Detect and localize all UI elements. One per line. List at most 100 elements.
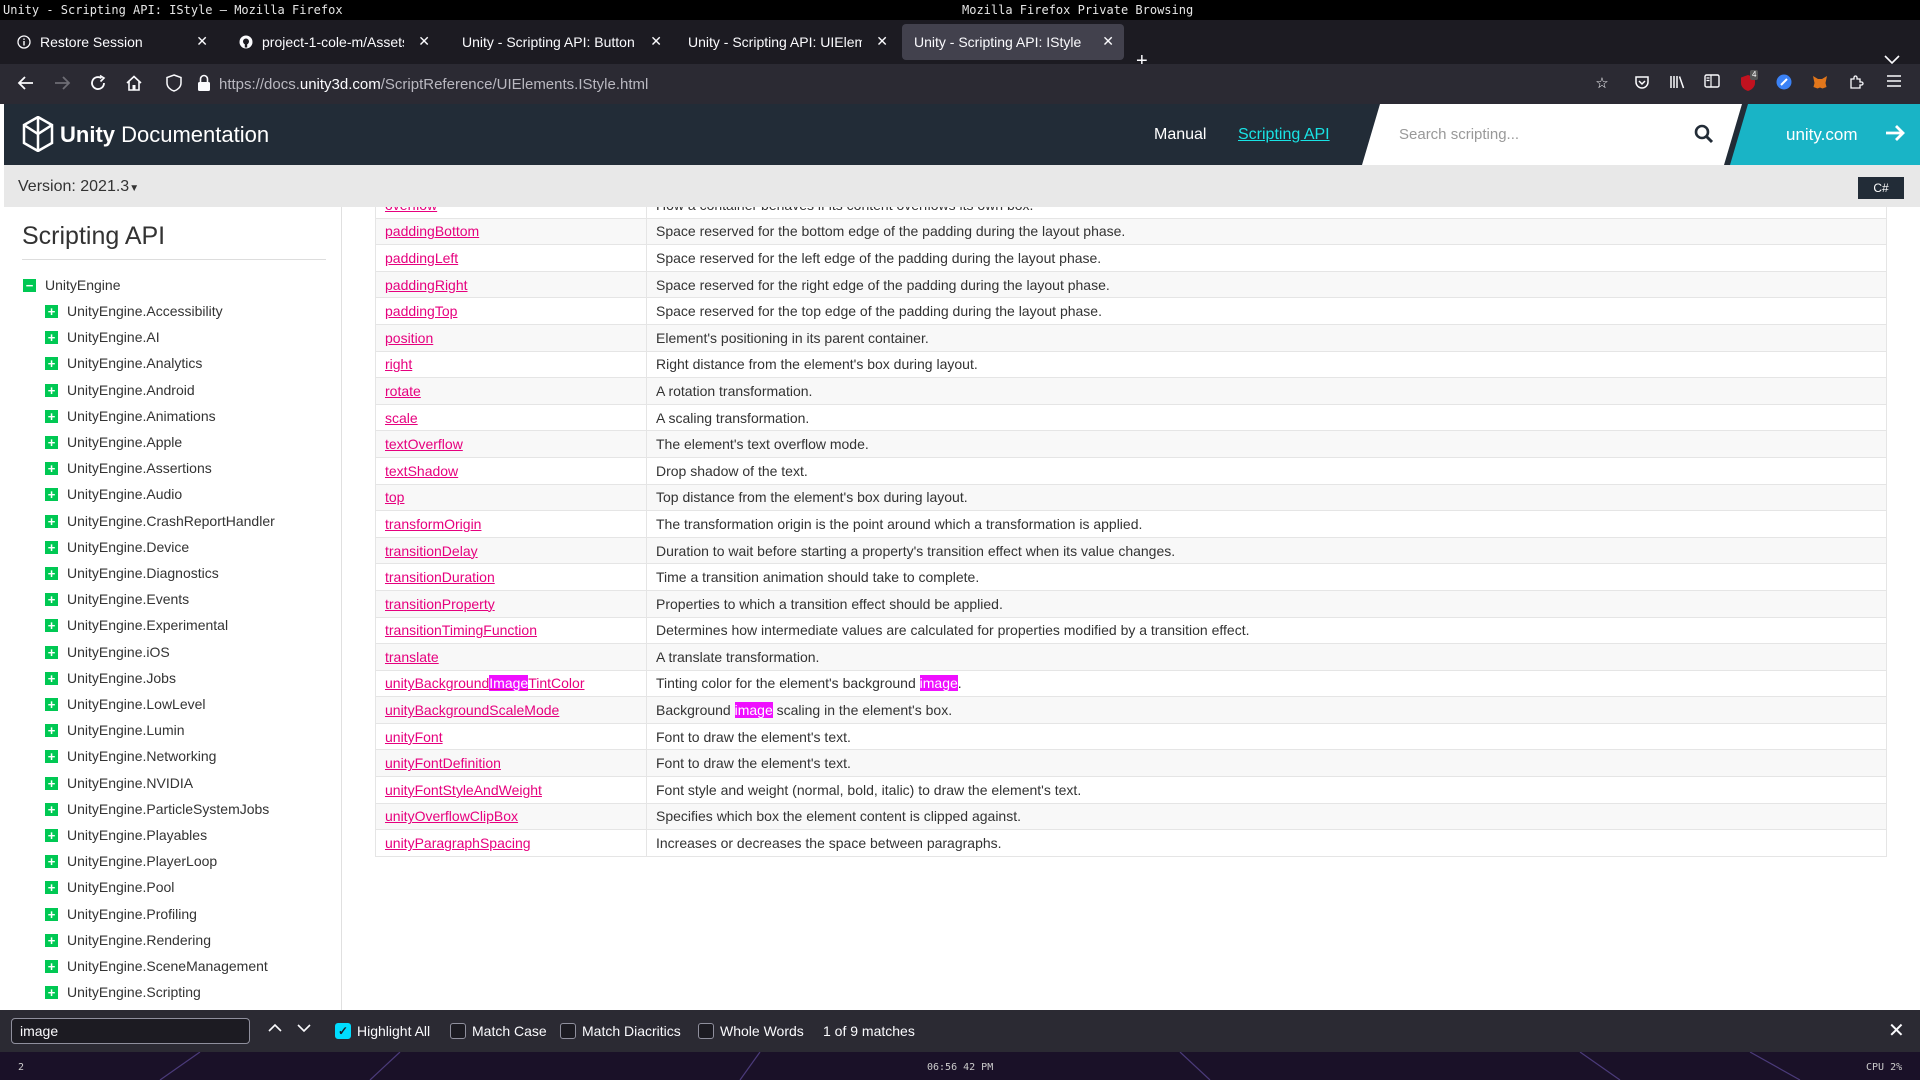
expand-icon[interactable]: +	[45, 750, 58, 764]
version-dropdown[interactable]: Version: 2021.3▼	[18, 178, 139, 196]
expand-icon[interactable]: +	[45, 331, 58, 345]
close-icon[interactable]: ✕	[1102, 33, 1114, 50]
property-link[interactable]: translate	[385, 649, 439, 665]
sidebar-item[interactable]: UnityEngine.Lumin	[67, 721, 185, 739]
sidebar-item[interactable]: UnityEngine.AI	[67, 328, 160, 346]
back-button[interactable]	[16, 74, 36, 96]
sidebar-item[interactable]: UnityEngine.Animations	[67, 407, 216, 425]
property-link[interactable]: transitionTimingFunction	[385, 622, 537, 638]
expand-icon[interactable]: +	[45, 881, 58, 895]
expand-icon[interactable]: +	[45, 383, 58, 397]
sidebar-item[interactable]: UnityEngine.Audio	[67, 485, 182, 503]
ublock-origin-icon[interactable]: 4	[1738, 70, 1759, 94]
sidebar-item[interactable]: UnityEngine.Playables	[67, 826, 207, 844]
sidebar-item[interactable]: UnityEngine.Diagnostics	[67, 564, 219, 582]
property-link[interactable]: paddingBottom	[385, 223, 479, 239]
expand-icon[interactable]: +	[45, 671, 58, 685]
property-link[interactable]: textOverflow	[385, 436, 463, 452]
property-link[interactable]: transitionProperty	[385, 596, 495, 612]
expand-icon[interactable]: +	[45, 357, 58, 371]
sidebar-item[interactable]: UnityEngine.Events	[67, 590, 189, 608]
property-link[interactable]: position	[385, 330, 433, 346]
whole-words-label[interactable]: Whole Words	[720, 1023, 804, 1039]
property-link[interactable]: right	[385, 356, 412, 372]
match-diacritics-checkbox[interactable]	[560, 1023, 576, 1039]
language-toggle-button[interactable]: C#	[1858, 177, 1904, 199]
expand-icon[interactable]: +	[45, 619, 58, 633]
property-link[interactable]: overflow	[385, 207, 437, 213]
expand-icon[interactable]: +	[45, 514, 58, 528]
expand-icon[interactable]: +	[45, 960, 58, 973]
pocket-icon[interactable]	[1632, 74, 1652, 94]
sidebar-item[interactable]: UnityEngine.Android	[67, 381, 195, 399]
unity-logo-icon[interactable]	[22, 116, 54, 152]
sidebar-item[interactable]: UnityEngine.SceneManagement	[67, 957, 268, 975]
close-icon[interactable]: ✕	[196, 33, 208, 50]
nav-scripting-api-link[interactable]: Scripting API	[1238, 126, 1330, 144]
sidebar-item[interactable]: UnityEngine.Device	[67, 538, 189, 556]
search-icon[interactable]	[1694, 124, 1714, 144]
property-link[interactable]: unityParagraphSpacing	[385, 835, 531, 851]
sidebar-item[interactable]: UnityEngine.PlayerLoop	[67, 852, 217, 870]
expand-icon[interactable]: +	[45, 645, 58, 659]
expand-icon[interactable]: +	[45, 802, 58, 816]
property-link[interactable]: transitionDuration	[385, 569, 495, 585]
sidebar-item[interactable]: UnityEngine.Assertions	[67, 459, 212, 477]
expand-icon[interactable]: +	[45, 986, 58, 1000]
property-link[interactable]: unityBackgroundScaleMode	[385, 702, 559, 718]
find-input[interactable]: image	[11, 1018, 250, 1044]
expand-icon[interactable]: +	[45, 907, 58, 921]
expand-icon[interactable]: +	[45, 540, 58, 554]
metamask-fox-icon[interactable]	[1810, 74, 1830, 94]
lock-icon[interactable]	[194, 74, 214, 96]
match-case-label[interactable]: Match Case	[472, 1023, 547, 1039]
tab-github-project[interactable]: project-1-cole-m/Assets/Sc ✕	[226, 24, 440, 60]
highlight-all-checkbox[interactable]: ✓	[335, 1023, 351, 1039]
sidebar-item[interactable]: UnityEngine.Networking	[67, 747, 216, 765]
highlight-all-label[interactable]: Highlight All	[357, 1023, 430, 1039]
sidebar-item[interactable]: UnityEngine.iOS	[67, 643, 170, 661]
sidebar-item-unityengine[interactable]: UnityEngine	[45, 276, 121, 294]
url-bar[interactable]: https://docs.unity3d.com/ScriptReference…	[219, 76, 648, 93]
expand-icon[interactable]: +	[45, 724, 58, 738]
collapse-icon[interactable]: −	[23, 279, 36, 292]
close-icon[interactable]: ✕	[650, 33, 662, 50]
property-link[interactable]: textShadow	[385, 463, 458, 479]
expand-icon[interactable]: +	[45, 409, 58, 423]
sidebar-item[interactable]: UnityEngine.Profiling	[67, 905, 197, 923]
expand-icon[interactable]: +	[45, 488, 58, 502]
match-case-checkbox[interactable]	[450, 1023, 466, 1039]
property-link[interactable]: top	[385, 489, 404, 505]
property-link[interactable]: unityFontStyleAndWeight	[385, 782, 542, 798]
expand-icon[interactable]: +	[45, 933, 58, 947]
expand-icon[interactable]: +	[45, 776, 58, 790]
sidebar-item[interactable]: UnityEngine.ParticleSystemJobs	[67, 800, 269, 818]
extension-blue-icon[interactable]	[1774, 74, 1794, 94]
property-link[interactable]: unityFontDefinition	[385, 755, 501, 771]
find-previous-button[interactable]	[268, 1020, 282, 1038]
property-link[interactable]: scale	[385, 410, 418, 426]
tab-scripting-istyle[interactable]: Unity - Scripting API: IStyle ✕	[902, 24, 1124, 60]
reload-button[interactable]	[88, 74, 108, 96]
hamburger-menu-icon[interactable]	[1884, 74, 1904, 94]
tab-restore-session[interactable]: Restore Session ✕	[4, 24, 218, 60]
sidebar-item[interactable]: UnityEngine.CrashReportHandler	[67, 512, 275, 530]
sidebar-item[interactable]: UnityEngine.Pool	[67, 878, 174, 896]
close-icon[interactable]: ✕	[876, 33, 888, 50]
tab-scripting-uielements[interactable]: Unity - Scripting API: UIElemen ✕	[676, 24, 898, 60]
search-input[interactable]: Search scripting...	[1399, 126, 1519, 143]
expand-icon[interactable]: +	[45, 829, 58, 842]
property-link[interactable]: transitionDelay	[385, 543, 478, 559]
property-link[interactable]: rotate	[385, 383, 421, 399]
expand-icon[interactable]: +	[45, 567, 58, 580]
expand-icon[interactable]: +	[45, 855, 58, 869]
property-link[interactable]: unityBackgroundImageTintColor	[385, 675, 585, 692]
expand-icon[interactable]: +	[45, 436, 58, 449]
sidebar-toggle-icon[interactable]	[1702, 74, 1722, 94]
library-icon[interactable]	[1668, 74, 1688, 94]
extensions-puzzle-icon[interactable]	[1846, 74, 1866, 94]
expand-icon[interactable]: +	[45, 462, 58, 476]
property-link[interactable]: paddingLeft	[385, 250, 458, 266]
expand-icon[interactable]: +	[45, 305, 58, 318]
workspace-indicator[interactable]: 2	[18, 1062, 24, 1073]
